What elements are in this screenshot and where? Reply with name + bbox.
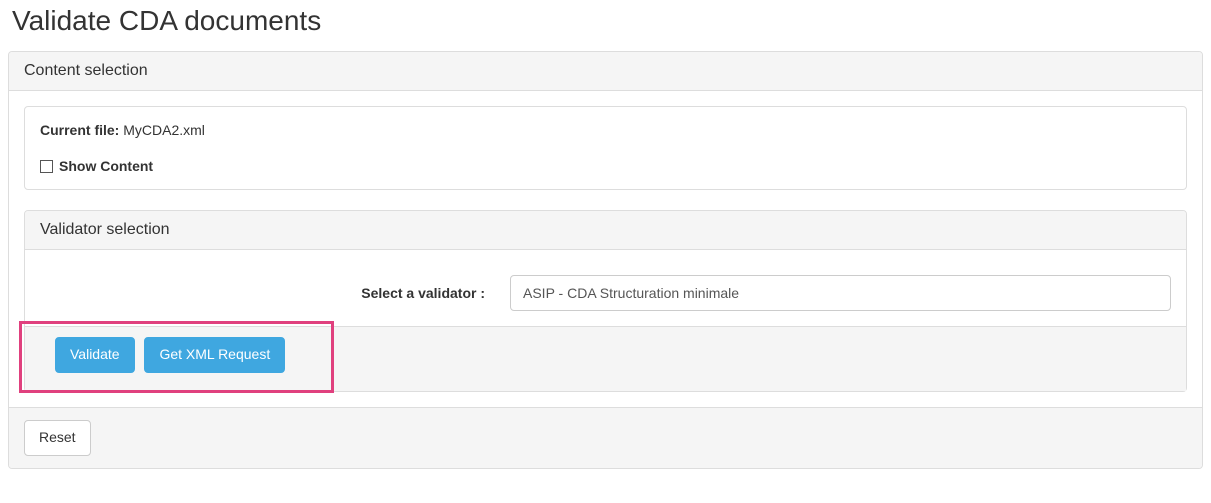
current-file-label: Current file: bbox=[40, 122, 119, 138]
page-title: Validate CDA documents bbox=[12, 5, 1203, 37]
validator-selection-panel: Validator selection Select a validator :… bbox=[24, 210, 1187, 392]
content-selection-body: Current file: MyCDA2.xml Show Content Va… bbox=[9, 91, 1202, 407]
show-content-label: Show Content bbox=[59, 158, 153, 174]
current-file-line: Current file: MyCDA2.xml bbox=[40, 122, 1171, 138]
show-content-checkbox[interactable] bbox=[40, 160, 53, 173]
reset-button[interactable]: Reset bbox=[24, 420, 91, 456]
validator-selected-value: ASIP - CDA Structuration minimale bbox=[523, 285, 739, 301]
validator-select[interactable]: ASIP - CDA Structuration minimale bbox=[510, 275, 1171, 311]
select-validator-label: Select a validator : bbox=[40, 285, 510, 301]
validator-selection-body: Select a validator : ASIP - CDA Structur… bbox=[25, 250, 1186, 326]
content-selection-heading: Content selection bbox=[9, 52, 1202, 91]
current-file-value: MyCDA2.xml bbox=[123, 122, 205, 138]
validate-button[interactable]: Validate bbox=[55, 337, 135, 373]
panel-footer: Reset bbox=[9, 407, 1202, 468]
content-selection-panel: Content selection Current file: MyCDA2.x… bbox=[8, 51, 1203, 469]
validator-selection-heading: Validator selection bbox=[25, 211, 1186, 250]
action-row: Validate Get XML Request bbox=[25, 326, 1186, 391]
get-xml-request-button[interactable]: Get XML Request bbox=[144, 337, 285, 373]
show-content-row: Show Content bbox=[40, 158, 1171, 174]
current-file-panel: Current file: MyCDA2.xml Show Content bbox=[24, 106, 1187, 190]
